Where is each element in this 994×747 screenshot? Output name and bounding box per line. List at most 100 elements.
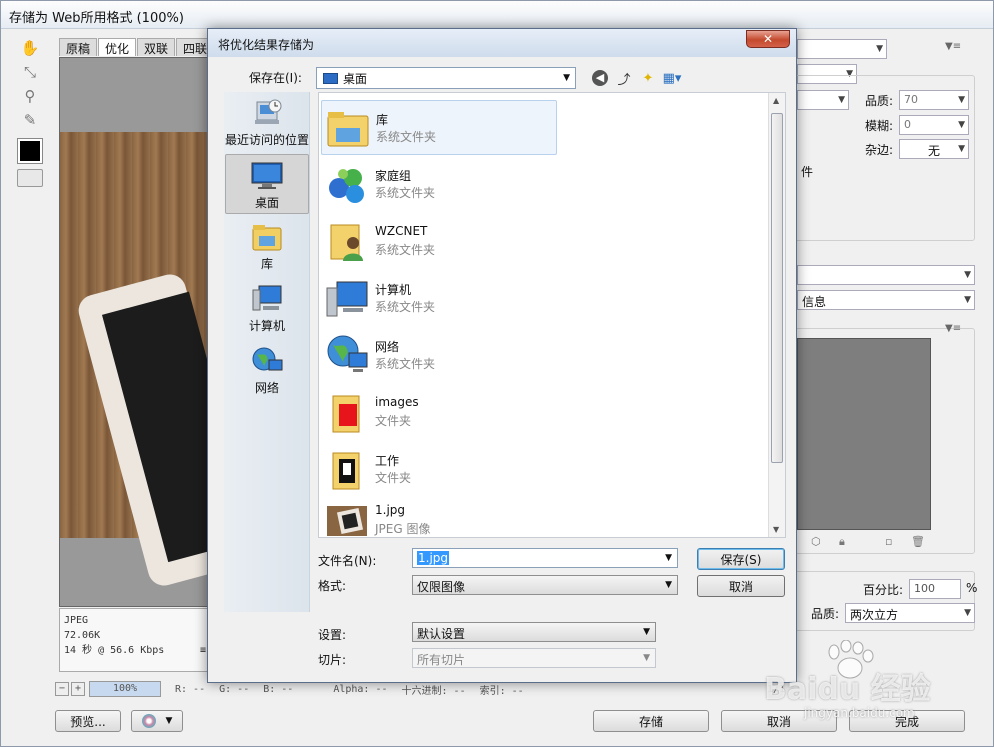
preview-button[interactable]: 预览... — [55, 710, 121, 732]
tab-original[interactable]: 原稿 — [59, 38, 98, 56]
new-color-icon[interactable]: ▫ — [885, 535, 892, 548]
watermark-text: Baidu 经验 — [764, 672, 931, 707]
window-title: 存储为 Web所用格式 (100%) — [1, 1, 993, 29]
tab-optimized[interactable]: 优化 — [98, 38, 137, 56]
list-item[interactable]: 网络 系统文件夹 — [321, 328, 557, 383]
browser-select-button[interactable]: ▼ — [131, 710, 183, 732]
jpeg-thumbnail-icon — [325, 498, 369, 537]
preview-canvas[interactable] — [59, 57, 211, 607]
list-item[interactable]: 计算机 系统文件夹 — [321, 271, 557, 326]
network-globe-icon — [251, 346, 283, 376]
baidu-watermark: Baidu 经验 jingyan.baidu.com — [760, 640, 990, 740]
places-bar: 最近访问的位置 桌面 库 计算机 网络 — [224, 92, 310, 612]
lock-icon[interactable]: 🔒︎ — [839, 535, 845, 549]
slice-select-tool-icon[interactable]: ⤡ — [19, 61, 41, 83]
toggle-slices-icon[interactable] — [17, 169, 43, 187]
matte-combo[interactable]: 无 ▼ — [899, 139, 969, 159]
library-folder-icon — [326, 106, 370, 150]
format-label: 格式: — [318, 579, 347, 593]
toolbox: ✋ ⤡ ⚲ ✎ — [13, 35, 47, 205]
eyedropper-tool-icon[interactable]: ✎ — [19, 109, 41, 131]
user-folder-icon — [325, 219, 369, 263]
nav-toolbar: ◀ ⤴ ✦ ▦▾ — [591, 69, 682, 88]
watermark-url: jingyan.baidu.com — [804, 706, 915, 720]
color-table-menu-icon[interactable]: ▼≡ — [945, 323, 961, 334]
preset-menu-icon[interactable]: ▼≡ — [945, 41, 961, 52]
image-size: 72.06K — [64, 630, 101, 641]
zoom-level-field[interactable]: 100% — [89, 681, 161, 697]
dialog-title: 将优化结果存储为 ✕ — [208, 29, 796, 57]
quality-field[interactable]: 70 ▼ — [899, 90, 969, 110]
save-dialog-button[interactable]: 保存(S) — [697, 548, 785, 570]
list-item[interactable]: 1.jpg JPEG 图像 — [321, 493, 557, 537]
save-optimized-dialog: 将优化结果存储为 ✕ 保存在(I): 桌面 ▼ ◀ ⤴ ✦ ▦▾ 最近访问的位置… — [207, 28, 797, 683]
percent-label: 百分比: — [863, 583, 904, 597]
place-label: 网络 — [254, 381, 279, 395]
wood-image — [60, 132, 210, 590]
scroll-up-icon[interactable]: ▲ — [773, 96, 779, 105]
blur-label: 模糊: — [865, 119, 894, 133]
zoom-out-button[interactable]: − — [55, 682, 69, 696]
place-network[interactable]: 网络 — [224, 346, 310, 406]
compression-combo[interactable]: ▼ — [797, 90, 849, 110]
index-value: 索引: -- — [479, 685, 524, 697]
folder-icon — [325, 447, 369, 491]
place-label: 桌面 — [254, 196, 279, 210]
computer-icon — [251, 284, 283, 314]
place-libraries[interactable]: 库 — [224, 222, 310, 282]
zoom-tool-icon[interactable]: ⚲ — [19, 85, 41, 107]
view-menu-icon[interactable]: ▦▾ — [663, 69, 682, 87]
place-computer[interactable]: 计算机 — [224, 284, 310, 344]
cube-icon[interactable]: ⬡ — [811, 535, 821, 548]
settings-select[interactable]: 默认设置 ▼ — [412, 622, 656, 642]
chevron-down-icon: ▼ — [563, 73, 570, 83]
zoom-in-button[interactable]: + — [71, 682, 85, 696]
cancel-dialog-button[interactable]: 取消 — [697, 575, 785, 597]
place-recent[interactable]: 最近访问的位置 — [224, 98, 310, 158]
quality-label: 品质: — [865, 94, 894, 108]
partial-checkbox-label: 件 — [801, 165, 814, 179]
scroll-thumb[interactable] — [771, 113, 783, 463]
settings-label: 设置: — [318, 628, 347, 642]
close-button[interactable]: ✕ — [746, 30, 790, 48]
file-list[interactable]: 库 系统文件夹 家庭组 系统文件夹 WZCNET 系统文件夹 计算机 系统文件夹 — [318, 92, 786, 538]
percent-field[interactable]: 100 — [909, 579, 961, 599]
trash-icon[interactable]: 🗑︎ — [911, 535, 925, 548]
list-item[interactable]: WZCNET 系统文件夹 — [321, 214, 557, 269]
preset-combo[interactable]: ▼ — [797, 39, 887, 59]
list-item[interactable]: 库 系统文件夹 — [321, 100, 557, 155]
scroll-down-icon[interactable]: ▼ — [773, 525, 779, 534]
image-format: JPEG — [64, 615, 89, 626]
filename-label: 文件名(N): — [318, 554, 377, 568]
list-item[interactable]: images 文件夹 — [321, 385, 557, 440]
save-in-label: 保存在(I): — [249, 71, 302, 85]
file-list-scrollbar[interactable]: ▲ ▼ — [768, 93, 785, 537]
chevron-down-icon: ▼ — [643, 653, 650, 663]
list-item[interactable]: 工作 文件夹 — [321, 442, 557, 497]
view-tabs: 原稿 优化 双联 四联 — [59, 38, 215, 56]
close-icon: ✕ — [762, 32, 774, 46]
alpha-value: Alpha: -- — [333, 683, 388, 695]
eyedropper-color-swatch[interactable] — [17, 138, 43, 164]
metadata-combo[interactable]: 信息 ▼ — [797, 290, 975, 310]
download-time: 14 秒 @ 56.6 Kbps — [64, 645, 165, 656]
color-profile-combo[interactable]: ▼ — [797, 265, 975, 285]
tab-2up[interactable]: 双联 — [137, 38, 176, 56]
up-folder-icon[interactable]: ⤴ — [615, 69, 633, 88]
place-desktop[interactable]: 桌面 — [225, 154, 309, 214]
back-button[interactable]: ◀ — [591, 69, 609, 87]
folder-icon — [325, 390, 369, 434]
save-in-combo[interactable]: 桌面 ▼ — [316, 67, 576, 89]
resample-combo[interactable]: 两次立方 ▼ — [845, 603, 975, 623]
save-button[interactable]: 存储 — [593, 710, 709, 732]
color-table — [797, 338, 931, 530]
hex-value: 十六进制: -- — [401, 685, 466, 697]
info-menu-icon[interactable]: ≡ — [200, 643, 206, 658]
list-item[interactable]: 家庭组 系统文件夹 — [321, 157, 557, 212]
new-folder-icon[interactable]: ✦ — [639, 69, 657, 87]
format-select[interactable]: 仅限图像 ▼ — [412, 575, 678, 595]
slices-select[interactable]: 所有切片 ▼ — [412, 648, 656, 668]
filename-input[interactable]: 1.jpg ▼ — [412, 548, 678, 568]
hand-tool-icon[interactable]: ✋ — [19, 37, 41, 59]
blur-field[interactable]: 0 ▼ — [899, 115, 969, 135]
